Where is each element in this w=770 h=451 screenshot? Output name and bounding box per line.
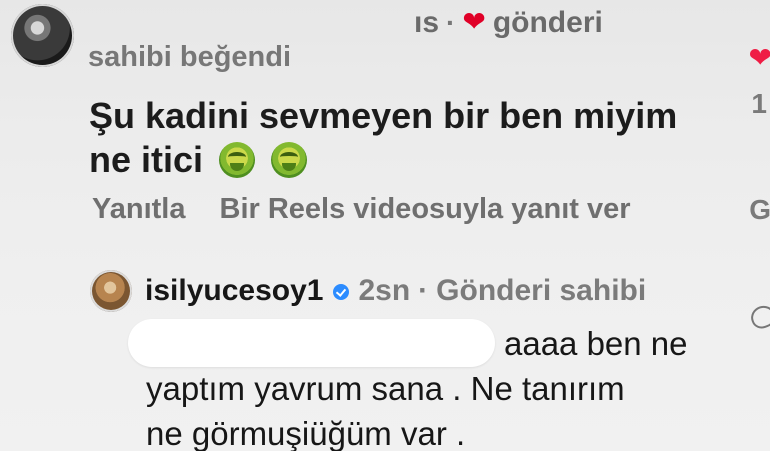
post-label: gönderi [492,6,603,39]
reply-line-2: yaptım yavrum sana . Ne tanırım [146,370,625,407]
meta-separator: · [446,7,456,38]
nauseated-face-icon [271,142,308,178]
verified-badge-icon [333,284,350,300]
comment-meta-line: ıs · ❤ gönderi [414,3,603,43]
reply-separator: · [418,274,429,307]
reply-line-1: aaaa ben ne [504,325,688,362]
reply-avatar[interactable] [90,270,132,312]
comment-line-1: Şu kadini sevmeyen bir ben miyim [89,95,678,136]
heart-icon: ❤ [462,6,486,37]
partial-meta-text: ıs [414,6,440,39]
comment-screen: ıs · ❤ gönderi sahibi beğendi Şu kadini … [0,0,770,451]
nauseated-face-icon [219,142,256,178]
reply-header: isilyucesoy1 2sn · Gönderi sahibi [145,270,646,312]
comment-line-2-text: ne itici [89,139,204,180]
post-owner-label: Gönderi sahibi [436,274,647,307]
side-letter-fragment: G [749,194,770,225]
side-actions-cropped: ❤ 1 G [745,0,770,451]
reels-reply-button[interactable]: Bir Reels videosuyla yanıt ver [220,193,631,226]
heart-icon[interactable]: ❤ [749,44,770,72]
comment-text: Şu kadini sevmeyen bir ben miyim ne itic… [89,94,709,182]
comment-line-2: ne itici [89,138,709,182]
heart-outline-icon[interactable] [747,302,770,332]
side-like-count-fragment: 1 [751,88,767,119]
commenter-avatar[interactable] [11,4,74,67]
reply-line-3: ne görmuşiüğüm var . [146,415,466,451]
liked-by-owner-text: sahibi beğendi [88,41,292,73]
reply-time: 2sn [358,274,411,307]
reply-username[interactable]: isilyucesoy1 [145,274,323,308]
comment-actions: Yanıtla Bir Reels videosuyla yanıt ver [92,193,631,226]
reply-button[interactable]: Yanıtla [92,193,186,226]
reply-text: aaaa ben ne yaptım yavrum sana . Ne tanı… [146,321,736,451]
